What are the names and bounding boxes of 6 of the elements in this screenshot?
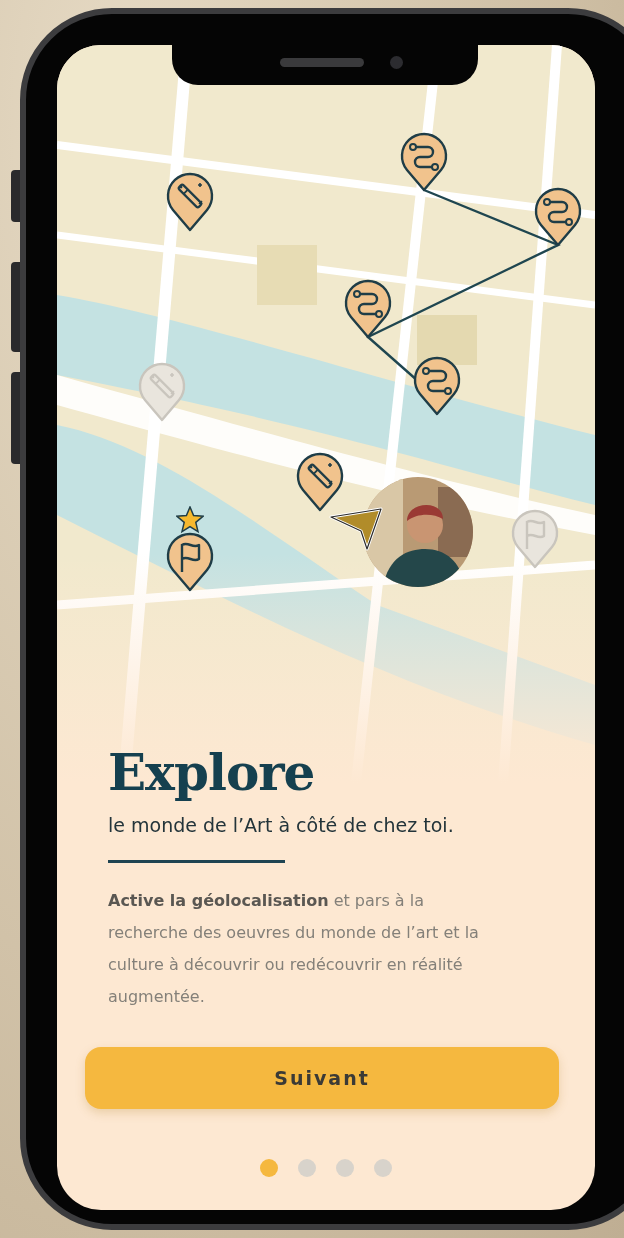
page-dot[interactable] (298, 1159, 316, 1177)
page-dot[interactable] (374, 1159, 392, 1177)
description: Active la géolocalisation et pars à la recherche des oeuvres du monde de l’art et la culture à découvrir ou redécouvrir en réalité augmentée. (108, 890, 480, 1008)
page-dot[interactable] (336, 1159, 354, 1177)
page-dot[interactable] (260, 1159, 278, 1177)
next-button[interactable]: Suivant (85, 1047, 559, 1109)
